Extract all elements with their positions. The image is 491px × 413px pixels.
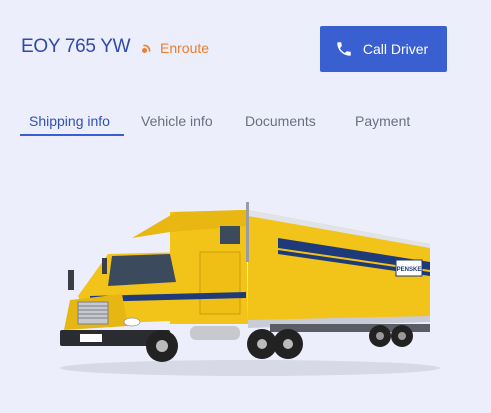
tab-bar: Shipping info Vehicle info Documents Pay…	[20, 110, 434, 136]
trailer-logo-text: PENSKE	[397, 267, 422, 273]
tab-documents[interactable]: Documents	[236, 110, 336, 136]
truck-image: PENSKE	[50, 196, 440, 386]
tab-vehicle-info[interactable]: Vehicle info	[132, 110, 226, 136]
tab-payment[interactable]: Payment	[346, 110, 426, 136]
status-text: Enroute	[160, 40, 210, 56]
header: EOY 765 YW Enroute Call Driver	[0, 0, 491, 100]
call-driver-label: Call Driver	[362, 41, 429, 57]
vehicle-plate: EOY 765 YW	[21, 36, 131, 57]
call-driver-button[interactable]: Call Driver	[320, 26, 447, 72]
phone-icon	[337, 42, 351, 56]
truck-illustration: PENSKE	[60, 202, 440, 376]
status-indicator: Enroute	[140, 40, 209, 56]
tab-shipping-info[interactable]: Shipping info	[20, 110, 124, 136]
signal-icon	[142, 44, 151, 53]
